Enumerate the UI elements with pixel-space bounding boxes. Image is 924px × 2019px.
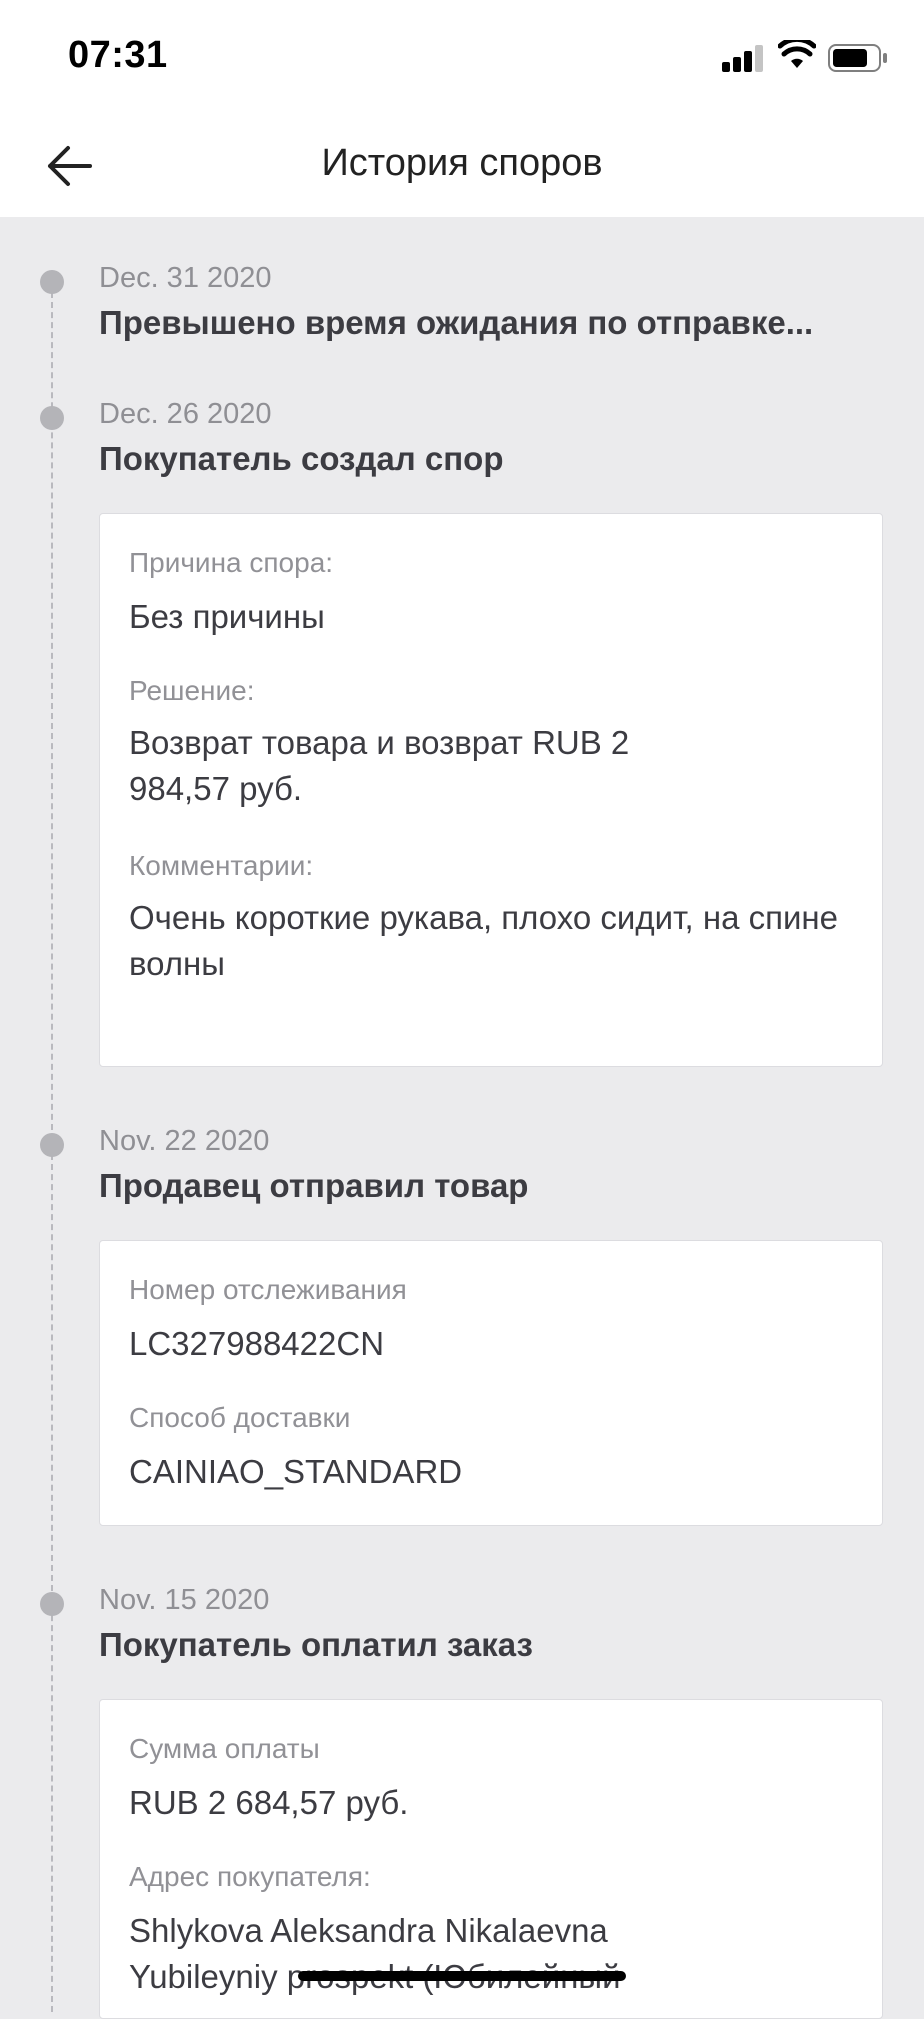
field-value: Возврат товара и возврат RUB 2 984,57 ру…	[129, 724, 630, 807]
field-label: Номер отслеживания	[129, 1274, 407, 1305]
event-title: Покупатель оплатил заказ	[99, 1626, 533, 1663]
timeline-dot	[40, 1592, 64, 1616]
status-bar: 07:31	[0, 0, 924, 110]
event-title: Превышено время ожидания по отправке...	[99, 304, 814, 341]
payment-amount: RUB 2 684,57 руб.	[129, 1784, 409, 1821]
event-date: Dec. 31 2020	[99, 262, 272, 294]
field-label: Причина спора:	[129, 547, 334, 578]
field-value: Очень короткие рукава, плохо сидит, на с…	[129, 899, 838, 982]
field-label: Решение:	[129, 675, 255, 706]
buyer-address: Shlykova Aleksandra Nikalaevna Yubileyni…	[129, 1912, 621, 1995]
field-value: Без причины	[129, 598, 325, 635]
field-label: Комментарии:	[129, 850, 314, 881]
timeline-dot	[40, 1133, 64, 1157]
event-details-card: Причина спора: Без причины Решение: Возв…	[99, 513, 883, 1067]
cellular-signal-icon	[722, 44, 764, 72]
wifi-icon	[778, 40, 816, 68]
field-label: Способ доставки	[129, 1402, 351, 1433]
nav-bar: История споров	[0, 110, 924, 217]
event-date: Nov. 15 2020	[99, 1584, 270, 1616]
field-label: Сумма оплаты	[129, 1733, 320, 1764]
status-time: 07:31	[68, 34, 168, 76]
event-details-card: Номер отслеживания LC327988422CN Способ …	[99, 1240, 883, 1526]
battery-icon	[828, 44, 887, 72]
event-title: Покупатель создал спор	[99, 440, 504, 477]
tracking-number: LC327988422CN	[129, 1325, 385, 1362]
event-date: Dec. 26 2020	[99, 398, 272, 430]
home-indicator[interactable]	[298, 1971, 626, 1981]
field-label: Адрес покупателя:	[129, 1861, 371, 1892]
timeline-dot	[40, 406, 64, 430]
event-title: Продавец отправил товар	[99, 1167, 529, 1204]
page-title: История споров	[321, 142, 603, 184]
shipping-method: CAINIAO_STANDARD	[129, 1453, 463, 1490]
timeline-dot	[40, 270, 64, 294]
event-date: Nov. 22 2020	[99, 1125, 270, 1157]
